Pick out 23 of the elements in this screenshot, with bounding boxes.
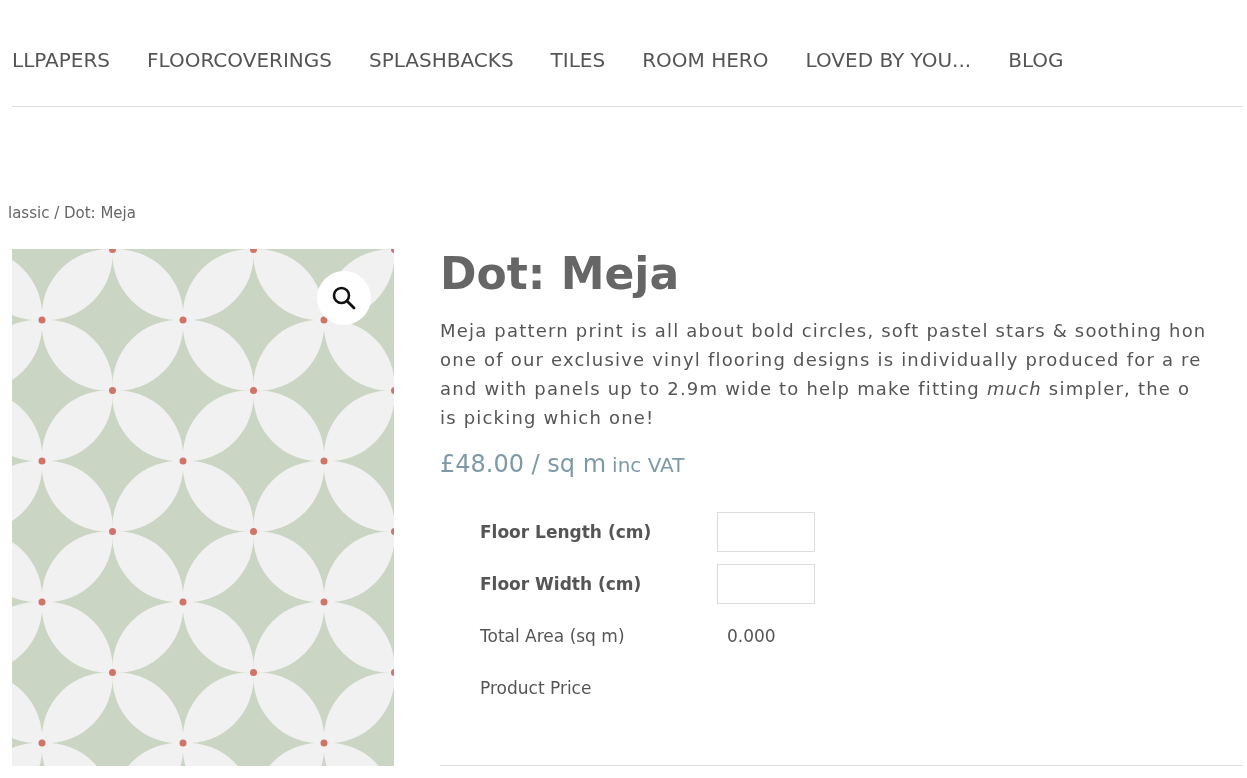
description-text: one of our exclusive vinyl flooring designs is individually produced for a re: [440, 348, 1202, 372]
product-price: £48.00 / sq m: [440, 450, 607, 478]
search-icon: [331, 285, 357, 311]
description-text: is picking which one!: [440, 406, 655, 430]
breadcrumb: lassic / Dot: Meja: [8, 203, 137, 223]
description-text: Meja pattern print is all about bold circles, soft pastel stars & soothing hon: [440, 319, 1207, 343]
description-text: and with panels up to 2.9m wide to help make fitting much simpler, the o: [440, 377, 1191, 401]
nav-link[interactable]: LLPAPERS: [12, 46, 111, 74]
nav-link[interactable]: FLOORCOVERINGS: [147, 46, 332, 74]
price-suffix: inc VAT: [612, 453, 685, 477]
nav-link[interactable]: BLOG: [1008, 46, 1064, 74]
nav-link[interactable]: ROOM HERO: [642, 46, 769, 74]
field-label: Total Area (sq m): [480, 626, 626, 646]
input-field[interactable]: [717, 512, 815, 552]
input-field[interactable]: [717, 564, 815, 604]
field-label: Floor Length (cm): [480, 522, 653, 542]
product-title: Dot: Meja: [440, 249, 681, 299]
field-label: Product Price: [480, 678, 593, 698]
nav-link[interactable]: TILES: [550, 46, 606, 74]
nav-link[interactable]: LOVED BY YOU...: [805, 46, 972, 74]
nav-link[interactable]: SPLASHBACKS: [369, 46, 514, 74]
field-value: 0.000: [727, 626, 776, 646]
field-label: Floor Width (cm): [480, 574, 643, 594]
